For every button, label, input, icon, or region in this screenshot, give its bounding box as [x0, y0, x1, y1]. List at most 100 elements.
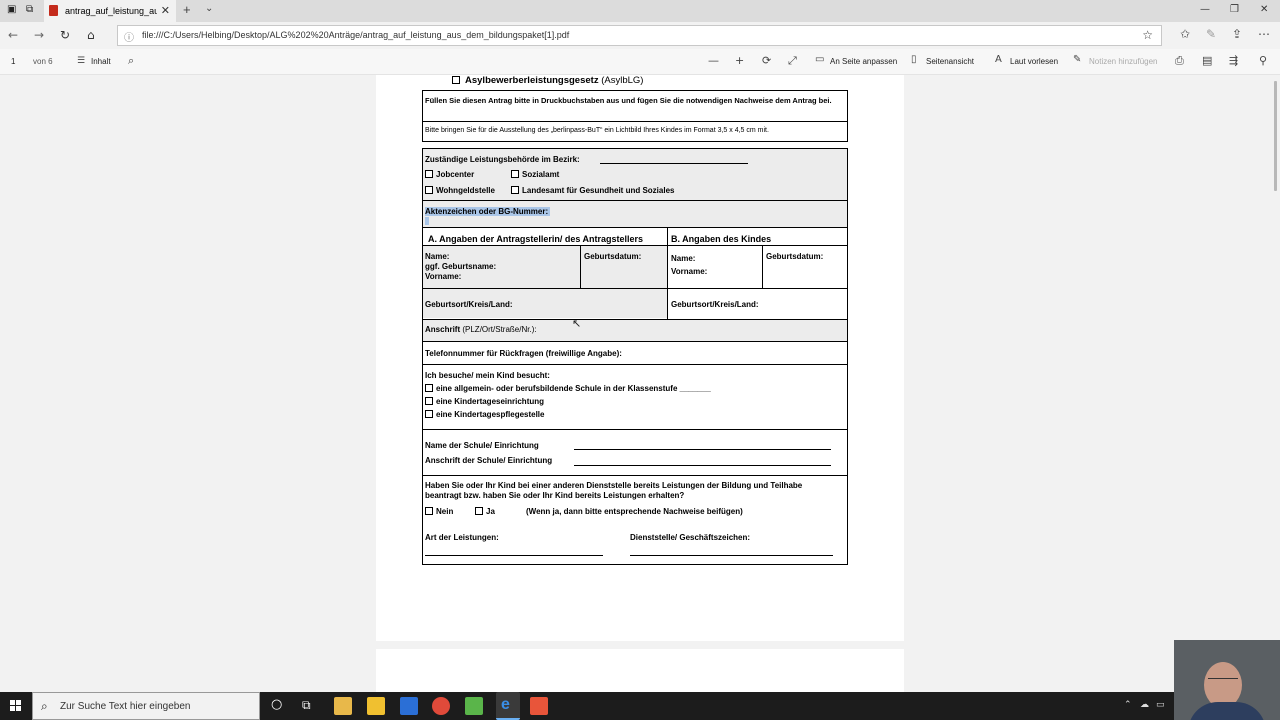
close-tab-icon[interactable]: ✕ [161, 0, 170, 22]
landesamt-checkbox[interactable] [511, 186, 519, 194]
phone-field[interactable]: Telefonnummer für Rückfragen (freiwillig… [425, 349, 622, 358]
contents-button[interactable]: Inhalt [91, 57, 111, 66]
search-icon[interactable]: ⌕ [128, 54, 134, 68]
save-icon[interactable]: ▤ [1202, 54, 1212, 67]
daycare-option-label: eine Kindertagespflegestelle [436, 410, 545, 419]
windows-start-icon[interactable] [10, 700, 22, 712]
address-field[interactable]: Anschrift (PLZ/Ort/Straße/Nr.): [425, 325, 537, 334]
favorites-hub-icon[interactable]: ✩ [1180, 27, 1190, 41]
zoom-in-icon[interactable]: + [735, 54, 744, 67]
pin-icon[interactable]: ⚲ [1259, 54, 1267, 67]
save-as-icon[interactable]: ⇶ [1229, 54, 1238, 67]
attends-label: Ich besuche/ mein Kind besucht: [425, 371, 550, 380]
onedrive-icon[interactable]: ☁ [1140, 700, 1149, 710]
school-option[interactable]: eine allgemein- oder berufsbildende Schu… [425, 384, 711, 393]
restore-icon[interactable]: ❐ [1230, 4, 1239, 15]
favorite-star-icon[interactable]: ☆ [1142, 28, 1153, 42]
cortana-icon[interactable]: ○ [271, 697, 282, 712]
school-name-label: Name der Schule/ Einrichtung [425, 441, 539, 450]
landesamt-option[interactable]: Landesamt für Gesundheit und Soziales [511, 186, 674, 195]
taskbar: ⌕ Zur Suche Text hier eingeben ○ ⧉ e ⌃ ☁… [0, 692, 1280, 720]
back-icon[interactable]: ← [8, 28, 18, 42]
close-window-icon[interactable]: ✕ [1260, 4, 1268, 15]
asyl-label: Asylbewerberleistungsgesetz [465, 75, 599, 86]
aktenzeichen-field[interactable]: Aktenzeichen oder BG-Nummer: [425, 207, 551, 216]
birthdate-a-field[interactable]: Geburtsdatum: [584, 252, 641, 261]
sozialamt-checkbox[interactable] [511, 170, 519, 178]
wohngeldstelle-option[interactable]: Wohngeldstelle [425, 186, 495, 195]
fit-page-button[interactable]: An Seite anpassen [830, 57, 897, 66]
authority-label: Zuständige Leistungsbehörde im Bezirk: [425, 155, 580, 164]
child-name-field[interactable]: Name: Vorname: [671, 252, 707, 278]
store-icon[interactable] [367, 697, 385, 715]
search-placeholder: Zur Suche Text hier eingeben [60, 701, 191, 712]
tab-set-aside-icon[interactable]: ▣ [7, 4, 16, 15]
no-checkbox[interactable] [425, 507, 433, 515]
address-label: Anschrift [425, 325, 461, 334]
fullscreen-icon[interactable]: ⤢ [788, 54, 797, 68]
no-option[interactable]: Nein [425, 507, 453, 516]
wohngeldstelle-checkbox[interactable] [425, 186, 433, 194]
jobcenter-checkbox[interactable] [425, 170, 433, 178]
benefit-type-input[interactable] [425, 555, 603, 556]
minimize-icon[interactable]: — [1200, 4, 1210, 15]
birthdate-b-field[interactable]: Geburtsdatum: [766, 252, 823, 261]
search-icon: ⌕ [41, 699, 48, 713]
birthplace-a-field[interactable]: Geburtsort/Kreis/Land: [425, 300, 513, 309]
sozialamt-option[interactable]: Sozialamt [511, 170, 559, 179]
chevron-down-icon[interactable]: ⌄ [205, 3, 213, 14]
scrollbar-thumb[interactable] [1274, 81, 1277, 191]
notes-pen-icon[interactable]: ✎ [1206, 27, 1216, 41]
add-notes-button[interactable]: Notizen hinzufügen [1089, 57, 1158, 66]
network-icon[interactable]: ▭ [1156, 700, 1165, 710]
yes-checkbox[interactable] [475, 507, 483, 515]
page-view-button[interactable]: Seitenansicht [926, 57, 974, 66]
kita-checkbox[interactable] [425, 397, 433, 405]
school-name-input[interactable] [574, 449, 831, 450]
new-tab-icon[interactable]: + [183, 2, 191, 17]
address-input[interactable]: ⓘ file:///C:/Users/Helbing/Desktop/ALG%2… [117, 25, 1162, 46]
daycare-checkbox[interactable] [425, 410, 433, 418]
notes-icon: ✎ [1073, 54, 1082, 65]
taskbar-search[interactable]: ⌕ Zur Suche Text hier eingeben [32, 692, 260, 720]
print-icon[interactable]: ⎙ [1175, 54, 1184, 68]
refresh-icon[interactable]: ↻ [60, 28, 70, 42]
school-address-label: Anschrift der Schule/ Einrichtung [425, 456, 553, 465]
share-icon[interactable]: ⇪ [1232, 27, 1242, 41]
school-checkbox[interactable] [425, 384, 433, 392]
rotate-icon[interactable]: ⟳ [762, 54, 771, 67]
daycare-option[interactable]: eine Kindertagespflegestelle [425, 410, 544, 419]
applicant-name-field[interactable]: Name: ggf. Geburtsname: Vorname: [425, 252, 496, 282]
tray-chevron-icon[interactable]: ⌃ [1124, 700, 1132, 710]
kita-option[interactable]: eine Kindertageseinrichtung [425, 397, 544, 406]
jobcenter-option[interactable]: Jobcenter [425, 170, 474, 179]
authority-line[interactable] [600, 163, 748, 164]
home-icon[interactable]: ⌂ [87, 28, 95, 42]
read-aloud-button[interactable]: Laut vorlesen [1010, 57, 1058, 66]
contents-icon[interactable]: ☰ [77, 56, 85, 66]
yes-option[interactable]: Ja [475, 507, 495, 516]
task-view-icon[interactable]: ⧉ [302, 698, 311, 713]
camtasia-icon[interactable] [465, 697, 483, 715]
zoom-out-icon[interactable]: — [708, 54, 719, 67]
edge-icon[interactable]: e [496, 692, 520, 720]
pdf-viewer[interactable]: Asylbewerberleistungsgesetz (AsylbLG) Fü… [0, 75, 1280, 692]
more-icon[interactable]: ⋯ [1258, 27, 1270, 41]
file-explorer-icon[interactable] [334, 697, 352, 715]
header-a: A. Angaben der Antragstellerin/ des Antr… [428, 234, 644, 244]
mail-icon[interactable] [400, 697, 418, 715]
birthplace-b-field[interactable]: Geburtsort/Kreis/Land: [671, 300, 759, 309]
page-number-input[interactable]: 1 [11, 57, 15, 66]
office-label: Dienststelle/ Geschäftszeichen: [630, 533, 751, 542]
office-input[interactable] [630, 555, 833, 556]
tab-preview-icon[interactable]: ⧉ [26, 4, 33, 15]
chrome-icon[interactable] [432, 697, 450, 715]
text-cursor-highlight [425, 217, 429, 225]
school-address-input[interactable] [574, 465, 831, 466]
instruction-box: Füllen Sie diesen Antrag bitte in Druckb… [422, 90, 848, 142]
asyl-checkbox[interactable] [452, 76, 460, 84]
tab-pdf[interactable]: antrag_auf_leistung_aus ✕ [44, 0, 176, 22]
forward-icon[interactable]: → [34, 28, 44, 42]
camtasia-recorder-icon[interactable] [530, 697, 548, 715]
tab-title: antrag_auf_leistung_aus [65, 6, 157, 16]
